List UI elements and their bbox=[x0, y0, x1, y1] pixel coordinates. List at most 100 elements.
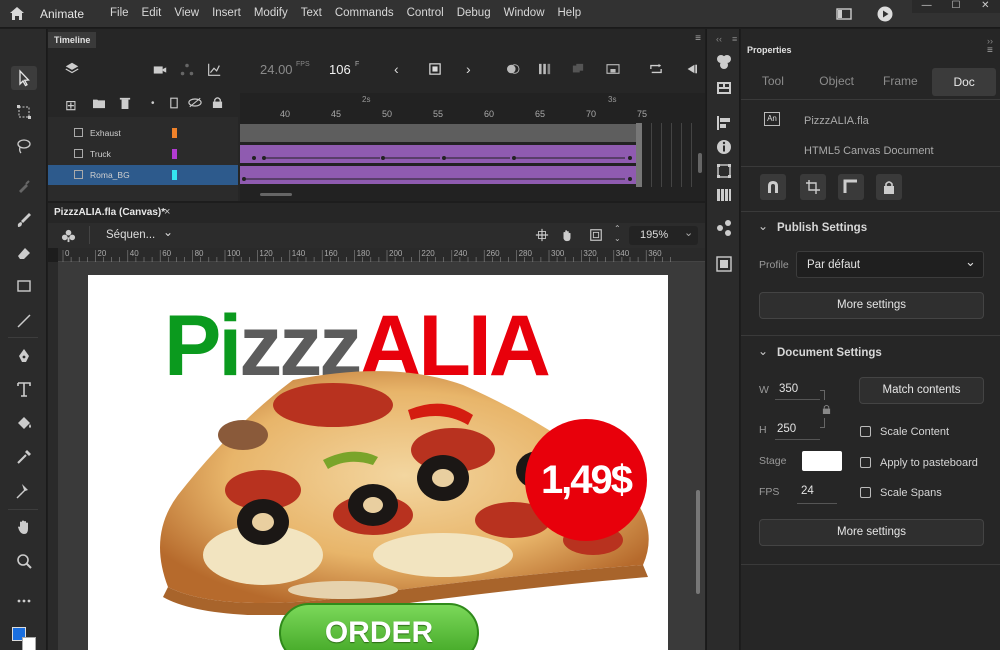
frame-track-exhaust[interactable] bbox=[240, 124, 636, 142]
rectangle-tool-icon[interactable] bbox=[11, 274, 37, 298]
close-tab-icon[interactable]: × bbox=[164, 206, 170, 218]
rotate-stage-icon[interactable] bbox=[560, 228, 574, 245]
more-tools-icon[interactable] bbox=[11, 589, 37, 613]
guides-icon[interactable] bbox=[838, 174, 864, 200]
transform-icon[interactable] bbox=[715, 162, 733, 180]
menu-text[interactable]: Text bbox=[301, 7, 322, 19]
scale-content-checkbox[interactable] bbox=[860, 426, 871, 437]
frames-area[interactable]: 2s 3s 40 45 50 55 60 65 70 75 bbox=[240, 93, 705, 201]
current-frame[interactable]: 106 bbox=[329, 62, 351, 77]
brush-tool-icon[interactable] bbox=[11, 208, 37, 232]
tab-frame[interactable]: Frame bbox=[869, 67, 933, 97]
publish-more-settings-button[interactable]: More settings bbox=[759, 292, 984, 319]
info-icon[interactable] bbox=[715, 138, 733, 156]
onion-skin-icon[interactable] bbox=[506, 63, 520, 78]
line-tool-icon[interactable] bbox=[11, 309, 37, 333]
menu-view[interactable]: View bbox=[174, 7, 199, 19]
paste-frames-icon[interactable] bbox=[571, 63, 585, 78]
width-value[interactable]: 350 bbox=[779, 383, 798, 395]
camera-icon[interactable] bbox=[152, 62, 168, 81]
new-folder-icon[interactable] bbox=[92, 97, 106, 112]
height-value[interactable]: 250 bbox=[777, 423, 796, 435]
scale-spans-label[interactable]: Scale Spans bbox=[880, 487, 942, 499]
pen-tool-icon[interactable] bbox=[11, 344, 37, 368]
layer-name[interactable]: Exhaust bbox=[90, 128, 121, 138]
scene-panel-icon[interactable] bbox=[715, 255, 733, 273]
horizontal-ruler[interactable]: 0 20 40 60 80 100 120 140 160 180 200 220 240 260 280 3… bbox=[58, 248, 705, 262]
apply-pasteboard-label[interactable]: Apply to pasteboard bbox=[880, 457, 978, 469]
stage-scrollbar[interactable] bbox=[696, 490, 700, 594]
magnet-snap-icon[interactable] bbox=[760, 174, 786, 200]
fill-color-swatch[interactable] bbox=[22, 637, 36, 650]
document-settings-heading[interactable]: Document Settings bbox=[777, 347, 882, 359]
hand-tool-icon[interactable] bbox=[11, 515, 37, 539]
stage-canvas[interactable]: PizzzALIA 1,49$ ORDER bbox=[88, 275, 668, 650]
graph-icon[interactable] bbox=[206, 62, 222, 81]
frame-track-truck[interactable] bbox=[240, 145, 636, 163]
layer-name[interactable]: Roma_BG bbox=[90, 170, 130, 180]
properties-tab[interactable]: Properties bbox=[747, 45, 792, 55]
document-more-settings-button[interactable]: More settings bbox=[759, 519, 984, 546]
scale-content-label[interactable]: Scale Content bbox=[880, 426, 949, 438]
match-contents-button[interactable]: Match contents bbox=[859, 377, 984, 404]
text-tool-icon[interactable] bbox=[11, 377, 37, 401]
collapse-document-icon[interactable]: ⌄ bbox=[758, 344, 768, 358]
delete-layer-icon[interactable] bbox=[119, 96, 131, 113]
scale-spans-checkbox[interactable] bbox=[860, 487, 871, 498]
apply-pasteboard-checkbox[interactable] bbox=[860, 457, 871, 468]
menu-debug[interactable]: Debug bbox=[457, 7, 491, 19]
center-frame-icon[interactable] bbox=[606, 63, 620, 78]
close-window-icon[interactable]: ✕ bbox=[971, 0, 1000, 13]
test-movie-icon[interactable] bbox=[876, 5, 894, 23]
zoom-field[interactable]: 195% ⌄ bbox=[629, 226, 698, 245]
link-dimensions-icon[interactable] bbox=[822, 404, 831, 418]
layer-color-swatch[interactable] bbox=[172, 128, 177, 138]
tab-object[interactable]: Object bbox=[805, 67, 869, 97]
new-layer-icon[interactable]: ⊞ bbox=[65, 97, 77, 114]
zoom-tool-icon[interactable] bbox=[11, 549, 37, 573]
eraser-tool-icon[interactable] bbox=[11, 241, 37, 265]
hide-layers-icon[interactable] bbox=[188, 97, 202, 111]
document-tab[interactable]: PizzzALIA.fla (Canvas)* bbox=[54, 207, 165, 218]
align-icon[interactable] bbox=[715, 114, 733, 132]
collapse-publish-icon[interactable]: ⌄ bbox=[758, 219, 768, 233]
timeline-scrollbar[interactable] bbox=[698, 153, 702, 173]
color-panel-icon[interactable] bbox=[715, 186, 733, 204]
maximize-icon[interactable]: ☐ bbox=[941, 0, 970, 13]
zoom-stepper-icon[interactable]: ⌃ ⌄ bbox=[614, 224, 621, 244]
lasso-tool-icon[interactable] bbox=[11, 134, 37, 158]
assets-icon[interactable] bbox=[715, 79, 733, 97]
empty-frames[interactable] bbox=[642, 123, 700, 187]
tab-doc[interactable]: Doc bbox=[932, 68, 996, 96]
paint-bucket-tool-icon[interactable] bbox=[11, 411, 37, 435]
menu-modify[interactable]: Modify bbox=[254, 7, 288, 19]
next-frame-icon[interactable]: › bbox=[466, 61, 471, 77]
stage-color-swatch[interactable] bbox=[802, 451, 842, 471]
free-transform-tool-icon[interactable] bbox=[11, 100, 37, 124]
layer-row-roma-bg[interactable]: Roma_BG bbox=[48, 165, 238, 185]
frame-ruler[interactable]: 2s 3s 40 45 50 55 60 65 70 75 bbox=[240, 93, 705, 123]
menu-edit[interactable]: Edit bbox=[142, 7, 162, 19]
panel-menu-icon[interactable]: ≡ bbox=[695, 33, 701, 44]
menu-help[interactable]: Help bbox=[558, 7, 582, 19]
layer-name[interactable]: Truck bbox=[90, 149, 111, 159]
home-icon[interactable] bbox=[8, 5, 26, 23]
vertical-ruler[interactable] bbox=[48, 262, 58, 650]
layer-depth-icon[interactable] bbox=[179, 62, 195, 81]
highlight-layer-icon[interactable]: • bbox=[151, 98, 155, 109]
layer-row-truck[interactable]: Truck bbox=[48, 144, 238, 164]
profile-select[interactable]: Par défaut ⌄ bbox=[796, 251, 984, 278]
tab-tool[interactable]: Tool bbox=[741, 67, 805, 97]
menu-window[interactable]: Window bbox=[504, 7, 545, 19]
zoom-value[interactable]: 195% bbox=[640, 229, 668, 241]
layers-icon[interactable] bbox=[64, 61, 80, 80]
layer-row-exhaust[interactable]: Exhaust bbox=[48, 123, 238, 143]
frame-track-roma-bg[interactable] bbox=[240, 166, 636, 184]
snap-icon[interactable] bbox=[535, 228, 549, 245]
edit-multiple-frames-icon[interactable] bbox=[538, 63, 552, 78]
timeline-tab[interactable]: Timeline bbox=[48, 32, 97, 48]
minimize-icon[interactable]: — bbox=[912, 0, 941, 13]
menu-commands[interactable]: Commands bbox=[335, 7, 394, 19]
loop-icon[interactable] bbox=[649, 63, 663, 78]
pin-tool-icon[interactable] bbox=[11, 479, 37, 503]
